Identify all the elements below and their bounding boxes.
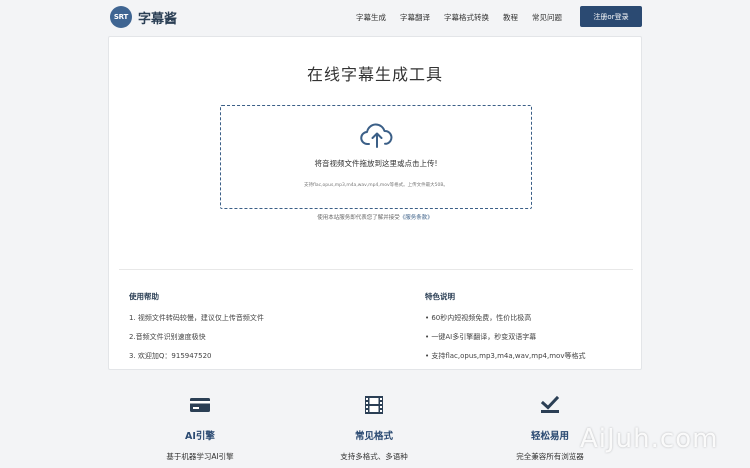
upload-hint: 支持flac,opus,mp3,m4a,wav,mp4,mov等格式。上传文件最… [304, 183, 448, 188]
feature-formats: 常见格式 支持多格式、多语种 [294, 390, 454, 462]
upload-prompt: 将音视频文件拖放到这里或点击上传! [314, 159, 438, 168]
help-item: 3. 欢迎加Q：915947520 [129, 352, 212, 360]
features-item: • 60秒内短视频免费，性价比极高 [425, 314, 532, 322]
nav-link-faq[interactable]: 常见问题 [532, 12, 562, 23]
credit-card-icon [190, 398, 210, 412]
checkbox-icon [540, 395, 560, 413]
features-section: 特色说明 • 60秒内短视频免费，性价比极高 • 一键AI多引擎翻译，秒变双语字… [425, 291, 585, 370]
main-card: 在线字幕生成工具 将音视频文件拖放到这里或点击上传! 支持flac,opus,m… [108, 36, 642, 370]
features-title: 特色说明 [425, 292, 455, 301]
upload-dropzone[interactable]: 将音视频文件拖放到这里或点击上传! 支持flac,opus,mp3,m4a,wa… [220, 105, 532, 209]
cloud-upload-icon [360, 123, 393, 148]
help-title: 使用帮助 [129, 292, 159, 301]
logo-badge: SRT [110, 6, 132, 28]
nav-link-format-convert[interactable]: 字幕格式转换 [444, 12, 489, 23]
logo[interactable]: SRT 字幕酱 [110, 6, 177, 28]
divider [119, 269, 633, 270]
feature-ai-engine: AI引擎 基于机器学习AI引擎 [120, 390, 280, 462]
nav-link-subtitle-generate[interactable]: 字幕生成 [356, 12, 386, 23]
feature-desc: 支持多格式、多语种 [340, 452, 408, 461]
features-item: • 支持flac,opus,mp3,m4a,wav,mp4,mov等格式 [425, 352, 586, 360]
help-item: 2.音频文件识别速度极快 [129, 333, 206, 341]
film-icon [365, 396, 383, 414]
nav-link-tutorial[interactable]: 教程 [503, 12, 518, 23]
terms-notice: 使用本站服务即代表您了解并接受《服务条款》 [109, 213, 641, 221]
terms-text: 使用本站服务即代表您了解并接受 [317, 215, 400, 221]
help-section: 使用帮助 1. 视频文件转码较慢，建议仅上传音频文件 2.音频文件识别速度极快 … [129, 291, 264, 370]
feature-desc: 基于机器学习AI引擎 [166, 452, 234, 461]
features-item: • 一键AI多引擎翻译，秒变双语字幕 [425, 333, 537, 341]
login-button[interactable]: 注册or登录 [580, 6, 642, 27]
feature-title: AI引擎 [185, 431, 215, 442]
navbar: SRT 字幕酱 字幕生成 字幕翻译 字幕格式转换 教程 常见问题 注册or登录 [0, 0, 750, 36]
page-title: 在线字幕生成工具 [306, 65, 443, 84]
terms-link[interactable]: 《服务条款》 [400, 215, 433, 221]
help-item: 1. 视频文件转码较慢，建议仅上传音频文件 [129, 314, 264, 322]
feature-title: 常见格式 [354, 431, 393, 442]
nav-link-subtitle-translate[interactable]: 字幕翻译 [400, 12, 430, 23]
nav-links: 字幕生成 字幕翻译 字幕格式转换 教程 常见问题 [356, 12, 576, 23]
logo-text: 字幕酱 [138, 11, 178, 27]
watermark: AiJuh.com [580, 424, 719, 454]
